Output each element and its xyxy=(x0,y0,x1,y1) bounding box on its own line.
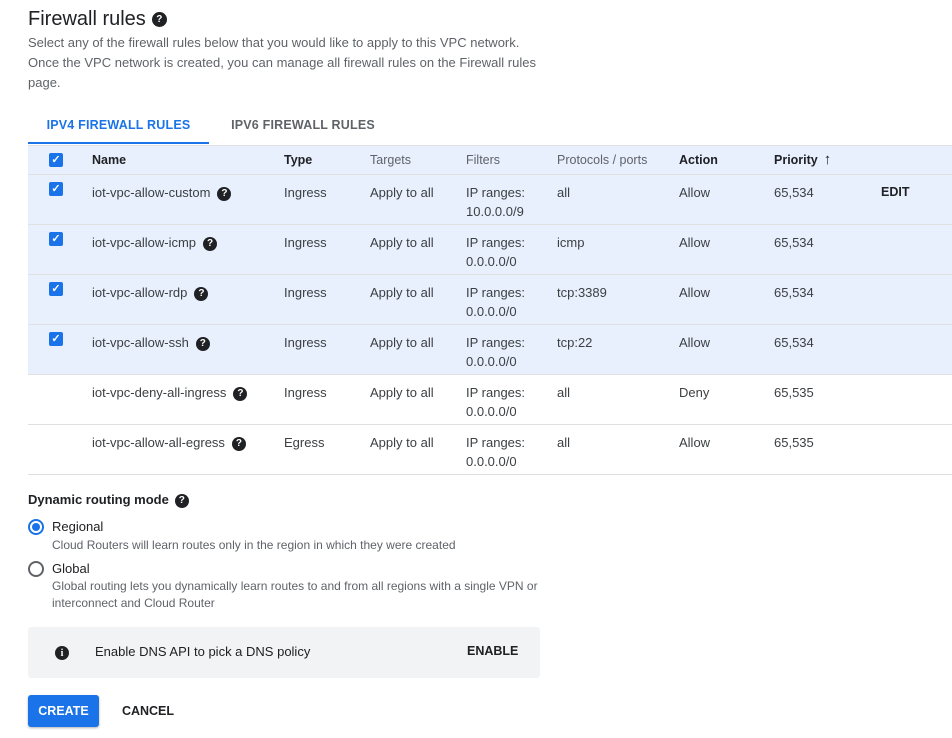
rule-type: Ingress xyxy=(284,335,327,350)
rule-name-text: iot-vpc-allow-all-egress xyxy=(92,435,225,450)
rule-targets: Apply to all xyxy=(370,435,434,450)
global-label[interactable]: Global xyxy=(52,561,90,576)
help-icon[interactable]: ? xyxy=(203,236,218,251)
header-type[interactable]: Type xyxy=(284,152,312,168)
rule-action: Allow xyxy=(679,235,711,250)
table-header-row: ✓ Name Type Targets Filters Protocols / … xyxy=(28,145,952,175)
rule-protocols: icmp xyxy=(557,235,585,250)
section-title: Firewall rules? xyxy=(28,8,167,31)
create-button[interactable]: CREATE xyxy=(28,695,99,727)
rule-name-text: iot-vpc-allow-ssh xyxy=(92,335,189,350)
row-checkbox[interactable]: ✓ xyxy=(49,282,63,296)
rule-targets: Apply to all xyxy=(370,335,434,350)
rule-filters: IP ranges: 0.0.0.0/0 xyxy=(466,385,526,419)
rule-priority: 65,534 xyxy=(774,235,814,250)
rule-action: Allow xyxy=(679,435,711,450)
dynamic-routing-label: Dynamic routing mode? xyxy=(28,492,189,508)
rule-name: iot-vpc-deny-all-ingress? xyxy=(92,383,248,402)
help-icon[interactable]: ? xyxy=(217,186,232,201)
rule-name: iot-vpc-allow-icmp? xyxy=(92,233,218,252)
rule-type: Ingress xyxy=(284,285,327,300)
dns-message: Enable DNS API to pick a DNS policy xyxy=(95,644,311,659)
select-all-checkbox[interactable]: ✓ xyxy=(49,153,63,167)
rule-name-text: iot-vpc-allow-rdp xyxy=(92,285,188,300)
rule-name-text: iot-vpc-allow-icmp xyxy=(92,235,197,250)
regional-description: Cloud Routers will learn routes only in … xyxy=(52,538,456,552)
rule-priority: 65,534 xyxy=(774,185,814,200)
rule-filters: IP ranges: 0.0.0.0/0 xyxy=(466,335,526,369)
dynamic-routing-label-text: Dynamic routing mode xyxy=(28,492,169,507)
header-name[interactable]: Name xyxy=(92,152,126,168)
header-targets: Targets xyxy=(370,153,411,167)
row-checkbox[interactable]: ✓ xyxy=(49,332,63,346)
rule-protocols: all xyxy=(557,185,571,200)
rule-filters: IP ranges: 10.0.0.0/9 xyxy=(466,185,526,219)
rule-protocols: tcp:3389 xyxy=(557,285,607,300)
rule-name-text: iot-vpc-allow-custom xyxy=(92,185,211,200)
info-icon: i xyxy=(55,646,69,660)
table-row[interactable]: ✓ iot-vpc-allow-rdp? Ingress Apply to al… xyxy=(28,275,952,325)
edit-rule-button[interactable]: EDIT xyxy=(881,183,909,202)
rule-type: Ingress xyxy=(284,235,327,250)
help-icon[interactable]: ? xyxy=(195,336,210,351)
help-icon[interactable]: ? xyxy=(231,436,246,451)
dns-info-box: i Enable DNS API to pick a DNS policy EN… xyxy=(28,627,540,678)
rule-protocols: tcp:22 xyxy=(557,335,593,350)
header-filters: Filters xyxy=(466,153,501,167)
table-row[interactable]: ✓ iot-vpc-allow-icmp? Ingress Apply to a… xyxy=(28,225,952,275)
rule-name: iot-vpc-allow-all-egress? xyxy=(92,433,246,452)
global-description: Global routing lets you dynamically lear… xyxy=(52,579,538,610)
rule-type: Ingress xyxy=(284,385,327,400)
section-description: Select any of the firewall rules below t… xyxy=(28,35,536,90)
firewall-rules-table: ✓ Name Type Targets Filters Protocols / … xyxy=(28,145,952,475)
tab-ipv6-firewall-rules[interactable]: IPV6 FIREWALL RULES xyxy=(209,110,397,144)
regional-radio[interactable] xyxy=(28,519,44,535)
rule-action: Allow xyxy=(679,185,711,200)
rule-filters: IP ranges: 0.0.0.0/0 xyxy=(466,285,526,319)
rule-priority: 65,535 xyxy=(774,435,814,450)
header-action[interactable]: Action xyxy=(679,152,718,168)
row-checkbox[interactable]: ✓ xyxy=(49,232,63,246)
rule-type: Ingress xyxy=(284,185,327,200)
rule-action: Allow xyxy=(679,335,711,350)
rule-name: iot-vpc-allow-custom? xyxy=(92,183,232,202)
regional-label[interactable]: Regional xyxy=(52,519,103,534)
rule-priority: 65,534 xyxy=(774,285,814,300)
row-checkbox[interactable]: ✓ xyxy=(49,182,63,196)
header-protocols-ports: Protocols / ports xyxy=(557,153,648,167)
table-row[interactable]: ✓ iot-vpc-allow-custom? Ingress Apply to… xyxy=(28,175,952,225)
arrow-up-icon[interactable]: ↑ xyxy=(824,151,832,168)
rule-filters: IP ranges: 0.0.0.0/0 xyxy=(466,235,526,269)
rule-action: Allow xyxy=(679,285,711,300)
help-icon[interactable]: ? xyxy=(174,493,189,508)
table-row[interactable]: iot-vpc-allow-all-egress? Egress Apply t… xyxy=(28,425,952,475)
rule-type: Egress xyxy=(284,435,325,450)
rule-filters: IP ranges: 0.0.0.0/0 xyxy=(466,435,526,469)
rule-priority: 65,534 xyxy=(774,335,814,350)
help-icon[interactable]: ? xyxy=(194,286,209,301)
global-radio[interactable] xyxy=(28,561,44,577)
rule-targets: Apply to all xyxy=(370,385,434,400)
table-row[interactable]: ✓ iot-vpc-allow-ssh? Ingress Apply to al… xyxy=(28,325,952,375)
header-priority-label: Priority xyxy=(774,153,818,167)
rule-protocols: all xyxy=(557,435,571,450)
tab-ipv4-firewall-rules[interactable]: IPV4 FIREWALL RULES xyxy=(28,110,209,144)
help-icon[interactable]: ? xyxy=(233,386,248,401)
rule-targets: Apply to all xyxy=(370,185,434,200)
rule-targets: Apply to all xyxy=(370,285,434,300)
cancel-button[interactable]: CANCEL xyxy=(113,695,183,727)
rule-name: iot-vpc-allow-ssh? xyxy=(92,333,210,352)
tab-bar: IPV4 FIREWALL RULES IPV6 FIREWALL RULES xyxy=(28,110,397,144)
rule-name-text: iot-vpc-deny-all-ingress xyxy=(92,385,227,400)
rule-priority: 65,535 xyxy=(774,385,814,400)
header-priority[interactable]: Priority ↑ xyxy=(774,152,831,168)
rule-action: Deny xyxy=(679,385,710,400)
help-icon[interactable]: ? xyxy=(151,12,167,28)
rule-targets: Apply to all xyxy=(370,235,434,250)
section-title-text: Firewall rules xyxy=(28,8,146,30)
rule-name: iot-vpc-allow-rdp? xyxy=(92,283,209,302)
rule-protocols: all xyxy=(557,385,571,400)
enable-dns-button[interactable]: ENABLE xyxy=(467,644,518,658)
table-row[interactable]: iot-vpc-deny-all-ingress? Ingress Apply … xyxy=(28,375,952,425)
